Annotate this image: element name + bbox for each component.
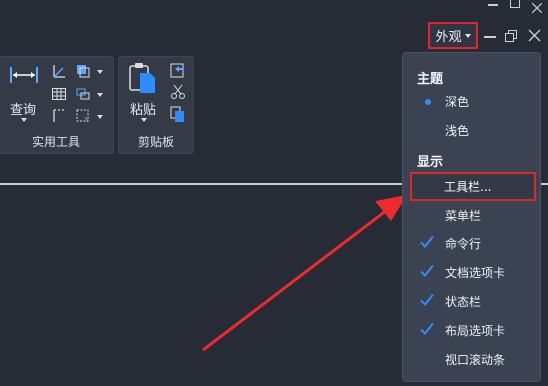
appearance-button[interactable]: 外观 [428, 22, 478, 49]
copy-icon[interactable] [169, 105, 187, 123]
table-icon[interactable] [51, 86, 67, 102]
annotation-arrow [202, 195, 407, 352]
dimension-icon[interactable] [51, 108, 67, 124]
clipboard-group-label: 剪贴板 [137, 135, 174, 149]
measure-distance-icon[interactable] [9, 63, 39, 87]
menu-item-label: 深色 [445, 95, 470, 109]
appearance-menu: 主题 深色 浅色 显示 工具栏... 菜单栏 命令行 文档选项卡 状态栏 布局选… [402, 52, 541, 382]
display-item-menubar[interactable]: 菜单栏 [403, 201, 542, 230]
tools-group: 查询 实用工具 [0, 56, 114, 154]
paste-special-icon[interactable] [169, 61, 187, 79]
menu-item-label: 视口滚动条 [445, 353, 506, 367]
display-header: 显示 [417, 155, 444, 170]
display-item-viewport-scrollbars[interactable]: 视口滚动条 [403, 345, 542, 374]
coordinate-icon[interactable] [51, 63, 67, 79]
checkmark-icon [420, 293, 434, 306]
query-label[interactable]: 查询 [10, 99, 36, 118]
block-caret-icon[interactable] [97, 93, 103, 97]
menu-item-label: 命令行 [445, 237, 482, 251]
toolbars-highlight-label[interactable]: 工具栏... [444, 178, 491, 195]
display-item-statusbar[interactable]: 状态栏 [403, 287, 542, 316]
app-minimize-icon[interactable] [488, 4, 498, 6]
menu-item-label: 状态栏 [445, 295, 482, 309]
menu-item-label: 浅色 [445, 124, 470, 138]
radio-selected-icon [425, 99, 431, 105]
layers-caret-icon[interactable] [97, 70, 103, 74]
display-item-doc-tabs[interactable]: 文档选项卡 [403, 258, 542, 287]
clipboard-group: 粘贴 剪贴板 [118, 56, 194, 154]
display-item-commandline[interactable]: 命令行 [403, 229, 542, 258]
doc-minimize-icon[interactable] [484, 36, 496, 38]
paste-icon[interactable] [127, 61, 157, 95]
cut-icon[interactable] [169, 83, 187, 101]
checkmark-icon [420, 235, 434, 248]
appearance-caret-icon [464, 33, 471, 38]
query-caret-icon[interactable] [21, 118, 27, 122]
checkmark-icon [420, 322, 434, 335]
paste-label[interactable]: 粘贴 [130, 99, 156, 118]
menu-item-label: 菜单栏 [445, 209, 482, 223]
appearance-label: 外观 [435, 30, 462, 45]
checkmark-icon [420, 264, 434, 277]
paste-caret-icon[interactable] [141, 118, 147, 122]
app-restore-icon[interactable] [510, 0, 520, 8]
app-close-icon[interactable] [531, 0, 543, 14]
theme-header: 主题 [417, 72, 444, 87]
tools-group-label: 实用工具 [31, 135, 80, 149]
display-item-layout-tabs[interactable]: 布局选项卡 [403, 316, 542, 345]
block-icon[interactable] [75, 86, 91, 102]
menu-item-label: 布局选项卡 [445, 324, 506, 338]
menu-item-label: 文档选项卡 [445, 266, 506, 280]
select-region-icon[interactable] [75, 108, 91, 124]
doc-restore-icon[interactable] [504, 29, 518, 43]
doc-close-icon[interactable] [528, 29, 541, 42]
theme-option-dark[interactable]: 深色 [403, 87, 542, 116]
theme-option-light[interactable]: 浅色 [403, 116, 542, 145]
select-caret-icon[interactable] [97, 115, 103, 119]
layers-icon[interactable] [75, 63, 91, 79]
